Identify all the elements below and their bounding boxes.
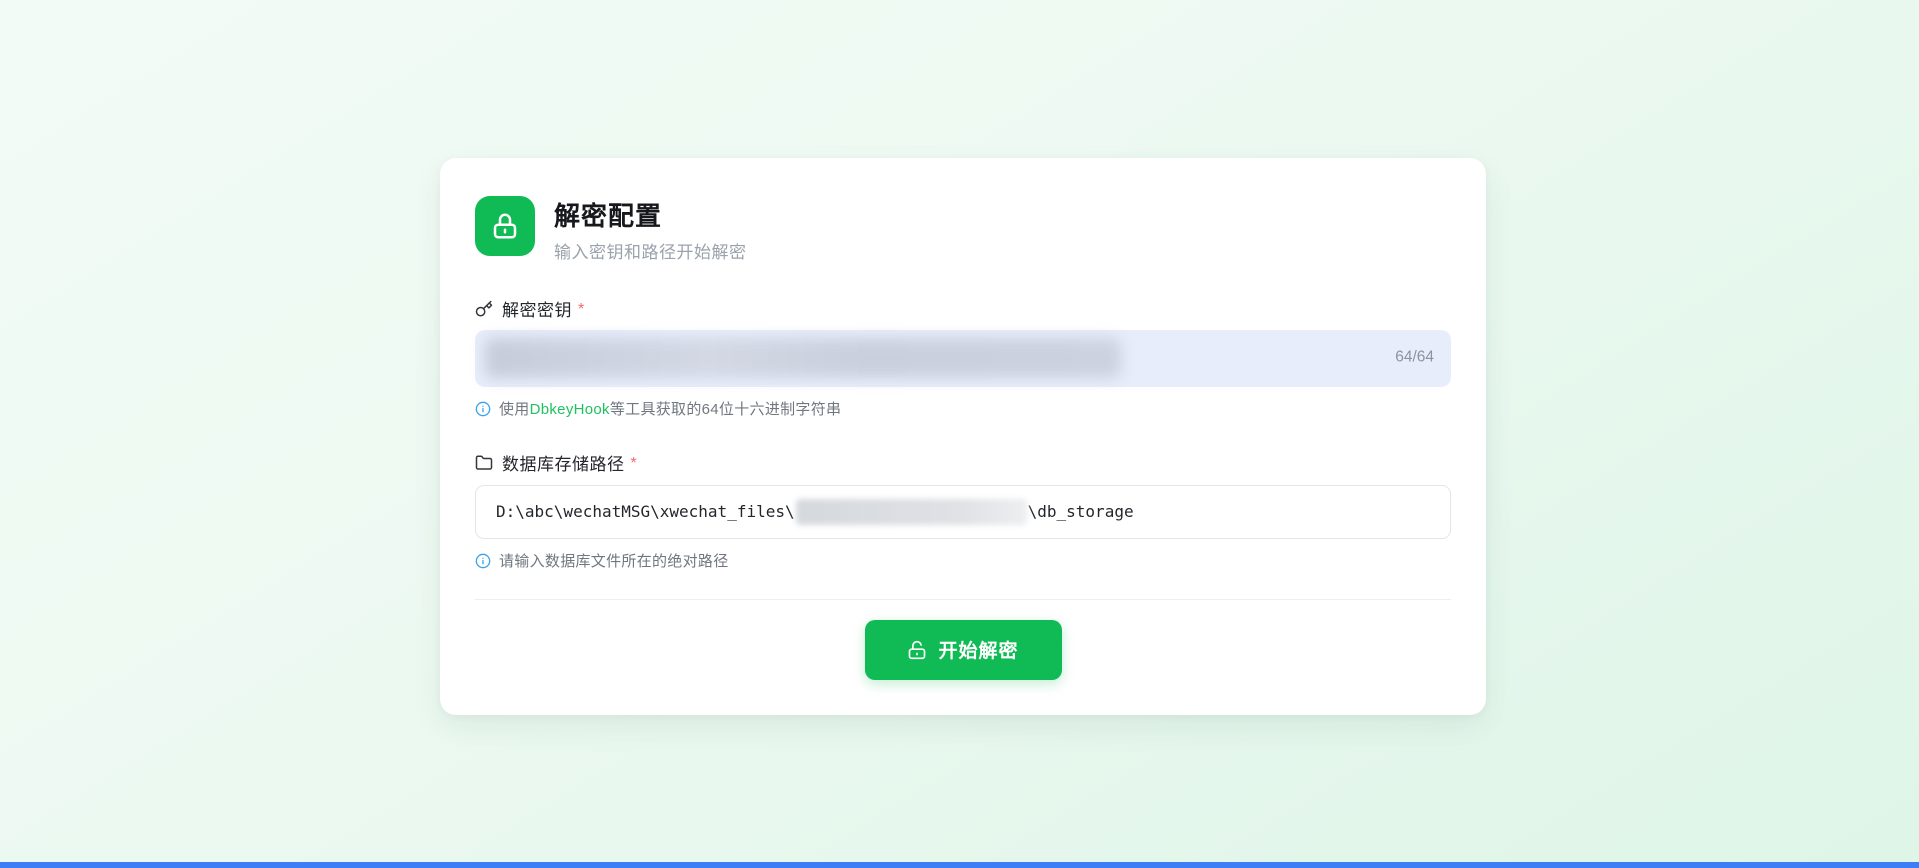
- header-text: 解密配置 输入密钥和路径开始解密: [554, 196, 747, 263]
- bottom-bar: [0, 862, 1919, 868]
- path-field-label-row: 数据库存储路径 *: [475, 453, 1451, 473]
- redacted-path-segment: [796, 499, 1027, 525]
- path-helper-row: 请输入数据库文件所在的绝对路径: [475, 552, 1451, 570]
- unlock-icon: [907, 640, 927, 660]
- key-helper-text: 使用DbkeyHook等工具获取的64位十六进制字符串: [499, 398, 841, 419]
- folder-icon: [475, 454, 493, 472]
- redacted-key-value: [485, 338, 1121, 378]
- path-value-suffix: \db_storage: [1028, 502, 1134, 521]
- key-field-label: 解密密钥: [502, 296, 572, 321]
- db-path-input[interactable]: D:\abc\wechatMSG\xwechat_files\ \db_stora…: [475, 485, 1451, 539]
- start-decrypt-label: 开始解密: [938, 636, 1018, 663]
- decrypt-key-input[interactable]: 64/64: [475, 330, 1451, 387]
- lock-icon: [475, 196, 535, 256]
- divider: [475, 599, 1451, 600]
- dbkeyhook-link[interactable]: DbkeyHook: [530, 401, 610, 418]
- page-subtitle: 输入密钥和路径开始解密: [554, 238, 747, 263]
- path-helper-text: 请输入数据库文件所在的绝对路径: [499, 550, 729, 571]
- path-value-prefix: D:\abc\wechatMSG\xwechat_files\: [496, 502, 795, 521]
- info-icon: [475, 401, 491, 417]
- path-field-label: 数据库存储路径: [502, 450, 625, 475]
- button-row: 开始解密: [475, 620, 1451, 680]
- start-decrypt-button[interactable]: 开始解密: [865, 620, 1062, 680]
- key-char-counter: 64/64: [1395, 348, 1434, 366]
- key-field-label-row: 解密密钥 *: [475, 299, 1451, 319]
- key-helper-row: 使用DbkeyHook等工具获取的64位十六进制字符串: [475, 400, 1451, 418]
- path-required-asterisk: *: [631, 455, 638, 473]
- page-title: 解密配置: [554, 202, 747, 231]
- key-required-asterisk: *: [578, 301, 585, 319]
- decrypt-config-card: 解密配置 输入密钥和路径开始解密 解密密钥 * 64/64 使用DbkeyHoo…: [440, 158, 1486, 715]
- card-header: 解密配置 输入密钥和路径开始解密: [475, 196, 1451, 263]
- info-icon: [475, 553, 491, 569]
- key-icon: [475, 300, 493, 318]
